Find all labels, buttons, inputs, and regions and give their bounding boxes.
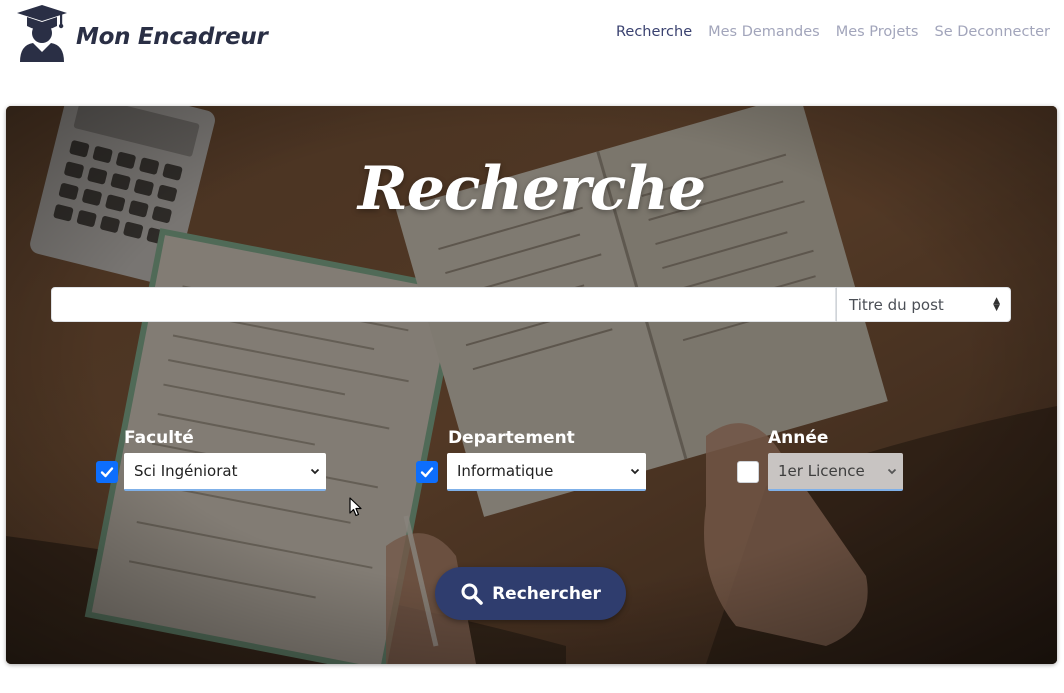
chevron-down-icon	[310, 468, 320, 475]
search-type-value: Titre du post	[849, 295, 944, 314]
filter-faculte-checkbox[interactable]	[96, 461, 118, 483]
sort-arrows-icon: ▲ ▼	[993, 295, 1000, 313]
nav-link-mes-demandes[interactable]: Mes Demandes	[700, 22, 828, 42]
filter-departement-select[interactable]: Informatique	[447, 453, 646, 491]
chevron-down-icon	[630, 468, 640, 475]
graduate-logo-icon	[17, 5, 67, 62]
check-icon	[420, 467, 434, 478]
filter-annee-select[interactable]: 1er Licence	[768, 453, 903, 491]
search-input[interactable]	[51, 287, 836, 322]
check-icon	[100, 467, 114, 478]
filter-faculte-select[interactable]: Sci Ingéniorat	[124, 453, 326, 491]
search-hero-panel: Recherche Titre du post ▲ ▼ Faculté Sci I…	[6, 106, 1057, 664]
mouse-cursor-icon	[349, 497, 362, 517]
filter-faculte-value: Sci Ingéniorat	[134, 462, 238, 480]
filter-faculte-label: Faculté	[124, 428, 194, 448]
search-type-select[interactable]: Titre du post ▲ ▼	[836, 287, 1011, 322]
chevron-down-icon	[887, 468, 897, 475]
brand-link[interactable]: Mon Encadreur	[14, 4, 268, 64]
filter-departement-value: Informatique	[457, 462, 554, 480]
brand-name: Mon Encadreur	[76, 24, 268, 50]
nav-menu: Recherche Mes Demandes Mes Projets Se De…	[608, 22, 1058, 42]
filter-annee-label: Année	[768, 428, 829, 448]
nav-link-recherche[interactable]: Recherche	[608, 22, 700, 42]
filter-annee-checkbox[interactable]	[737, 461, 759, 483]
magnifier-icon	[461, 583, 483, 605]
rechercher-button-label: Rechercher	[492, 583, 601, 604]
top-navbar: Mon Encadreur Recherche Mes Demandes Mes…	[0, 0, 1064, 80]
nav-link-mes-projets[interactable]: Mes Projets	[828, 22, 927, 42]
page-title: Recherche	[357, 154, 706, 224]
filter-annee-value: 1er Licence	[778, 462, 865, 480]
nav-link-se-deconnecter[interactable]: Se Deconnecter	[926, 22, 1058, 42]
rechercher-button[interactable]: Rechercher	[435, 567, 626, 620]
filter-departement-checkbox[interactable]	[416, 461, 438, 483]
search-bar: Titre du post ▲ ▼	[51, 287, 1011, 322]
filter-departement-label: Departement	[448, 428, 575, 448]
